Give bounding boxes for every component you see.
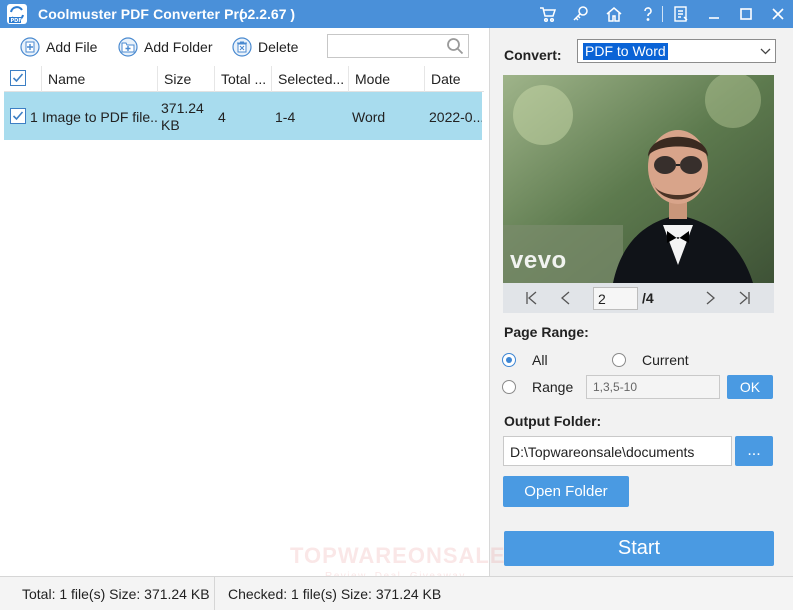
- column-header-selected[interactable]: Selected...: [271, 66, 348, 92]
- row-size-unit: KB: [161, 117, 180, 133]
- range-custom-radio[interactable]: [502, 380, 516, 394]
- svg-text:PDF: PDF: [11, 18, 22, 24]
- app-title: Coolmuster PDF Converter Pro: [38, 6, 248, 22]
- search-input[interactable]: [327, 34, 469, 58]
- feedback-button[interactable]: [669, 2, 693, 26]
- row-date: 2022-0...: [429, 109, 482, 125]
- output-folder-input[interactable]: D:\Topwareonsale\documents: [503, 436, 732, 466]
- file-table: Name Size Total ... Selected... Mode Dat…: [0, 66, 488, 576]
- range-all-label[interactable]: All: [532, 352, 548, 368]
- output-folder-label: Output Folder:: [504, 413, 602, 429]
- cart-button[interactable]: [536, 2, 560, 26]
- minimize-button[interactable]: [702, 2, 726, 26]
- convert-mode-value: PDF to Word: [583, 43, 668, 60]
- row-index: 1: [30, 109, 38, 125]
- range-custom-label[interactable]: Range: [532, 379, 573, 395]
- watermark-logo: TOPWAREONSALE: [290, 543, 506, 568]
- row-selected: 1-4: [275, 109, 296, 125]
- column-header-name[interactable]: Name: [41, 66, 157, 92]
- row-checkbox[interactable]: [10, 108, 26, 124]
- page-navigator: 2 /4: [503, 283, 774, 313]
- convert-mode-select[interactable]: PDF to Word: [577, 39, 776, 63]
- cart-icon: [540, 7, 557, 23]
- toolbar: Add File Add Folder Delete: [0, 28, 490, 66]
- add-file-label: Add File: [46, 39, 98, 55]
- row-size-value: 371.24: [161, 100, 204, 116]
- search-icon[interactable]: [446, 37, 464, 55]
- title-separator: [662, 6, 663, 22]
- maximize-icon: [740, 8, 752, 20]
- column-header-total[interactable]: Total ...: [214, 66, 271, 92]
- range-all-radio[interactable]: [502, 353, 516, 367]
- page-total: /4: [642, 290, 654, 306]
- last-page-icon[interactable]: [736, 290, 752, 306]
- select-all-checkbox[interactable]: [10, 70, 26, 86]
- start-button[interactable]: Start: [504, 531, 774, 566]
- range-ok-button[interactable]: OK: [727, 375, 773, 399]
- app-version: ( 2.2.67 ): [239, 6, 296, 22]
- delete-label: Delete: [258, 39, 299, 55]
- page-number-input[interactable]: 2: [593, 287, 638, 310]
- maximize-button[interactable]: [734, 2, 758, 26]
- column-header-mode[interactable]: Mode: [348, 66, 424, 92]
- delete-button[interactable]: Delete: [232, 36, 298, 58]
- row-mode: Word: [352, 109, 386, 125]
- first-page-icon[interactable]: [524, 290, 540, 306]
- close-icon: [772, 8, 784, 20]
- range-current-label[interactable]: Current: [642, 352, 689, 368]
- video-watermark-text: vevo: [510, 247, 567, 274]
- page-range-input[interactable]: 1,3,5-10: [586, 375, 720, 399]
- add-folder-icon: [118, 37, 138, 57]
- app-logo-icon: PDF: [7, 4, 27, 24]
- range-current-radio[interactable]: [612, 353, 626, 367]
- add-folder-button[interactable]: Add Folder: [118, 36, 212, 58]
- settings-panel: Convert: PDF to Word vevo 2 /4 Page Rang…: [490, 28, 793, 576]
- next-page-icon[interactable]: [702, 290, 718, 306]
- delete-icon: [232, 37, 252, 57]
- status-bar: Total: 1 file(s) Size: 371.24 KB Checked…: [0, 576, 793, 610]
- chevron-down-icon: [760, 48, 771, 55]
- help-icon: [644, 7, 652, 21]
- help-button[interactable]: [636, 2, 660, 26]
- check-icon: [12, 111, 24, 121]
- row-name: Image to PDF file...: [42, 109, 157, 125]
- open-folder-button[interactable]: Open Folder: [503, 476, 629, 507]
- previous-page-icon[interactable]: [558, 290, 574, 306]
- page-range-label: Page Range:: [504, 324, 589, 340]
- add-folder-label: Add Folder: [144, 39, 213, 55]
- register-key-button[interactable]: [569, 2, 593, 26]
- title-bar: PDF Coolmuster PDF Converter Pro ( 2.2.6…: [0, 0, 793, 28]
- feedback-icon: [674, 6, 688, 22]
- add-file-icon: [20, 37, 40, 57]
- check-icon: [12, 73, 24, 83]
- home-icon: [606, 7, 622, 22]
- column-header-date[interactable]: Date: [424, 66, 484, 92]
- status-separator: [214, 577, 215, 610]
- table-header: Name Size Total ... Selected... Mode Dat…: [4, 66, 484, 92]
- convert-label: Convert:: [504, 47, 562, 63]
- key-icon: [573, 6, 588, 21]
- page-preview: vevo: [503, 75, 774, 283]
- browse-folder-button[interactable]: ...: [735, 436, 773, 466]
- status-total: Total: 1 file(s) Size: 371.24 KB: [22, 586, 210, 602]
- minimize-icon: [709, 17, 719, 19]
- table-row[interactable]: 1 Image to PDF file... 371.24 KB 4 1-4 W…: [4, 92, 482, 140]
- close-button[interactable]: [766, 2, 790, 26]
- home-button[interactable]: [602, 2, 626, 26]
- row-total: 4: [218, 109, 226, 125]
- status-checked: Checked: 1 file(s) Size: 371.24 KB: [228, 586, 442, 602]
- column-header-size[interactable]: Size: [157, 66, 214, 92]
- add-file-button[interactable]: Add File: [20, 36, 97, 58]
